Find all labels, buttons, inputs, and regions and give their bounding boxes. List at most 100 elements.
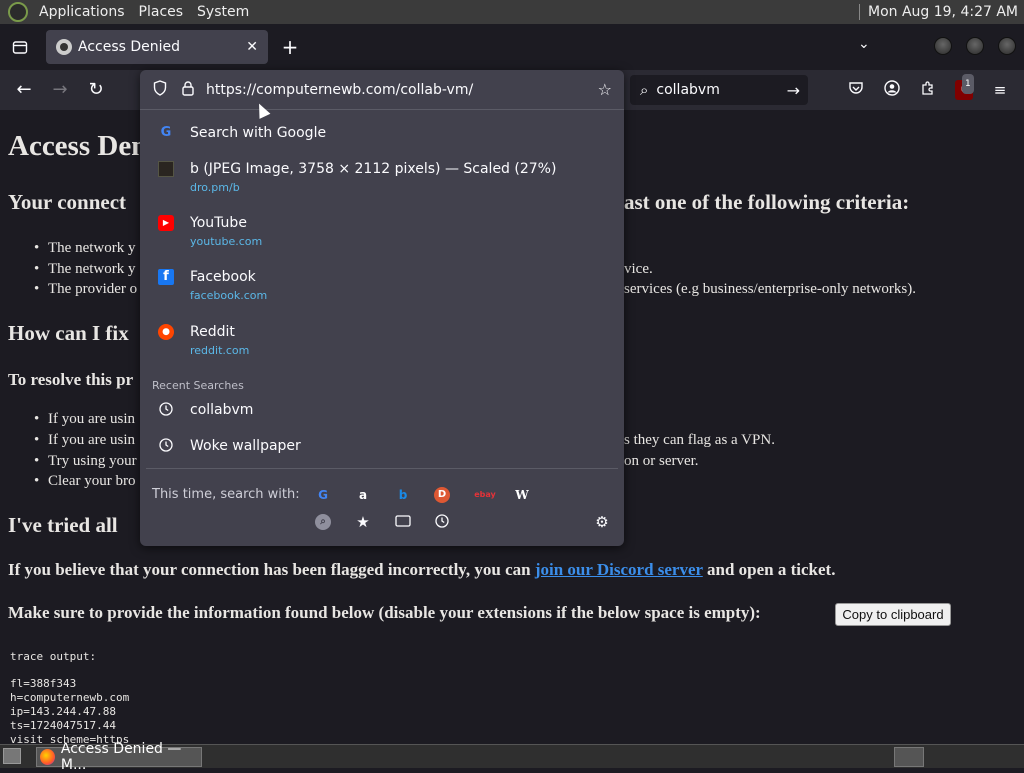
close-tab-icon[interactable]: ✕ — [246, 39, 258, 55]
trace-line: fl=388f343 — [10, 677, 77, 690]
youtube-icon: ▶ — [158, 215, 174, 231]
tracking-protection-shield-icon[interactable] — [152, 79, 168, 100]
suggestion-url: facebook.com — [190, 289, 268, 302]
flagged-after: and open a ticket. — [707, 560, 836, 579]
tab-bar: Access Denied ✕ + ⌄ — [0, 24, 1024, 70]
search-icon: ⌕ — [640, 81, 649, 99]
wikipedia-icon[interactable]: W — [514, 487, 530, 503]
clock-icon — [158, 438, 174, 454]
duckduckgo-icon[interactable]: D — [434, 487, 450, 503]
suggestion-url: reddit.com — [190, 344, 250, 357]
list-item: If you are usin — [34, 432, 135, 449]
list-item: The network y — [34, 261, 136, 278]
lock-icon[interactable] — [180, 80, 196, 100]
suggestion-url: dro.pm/b — [190, 181, 240, 194]
recent-search-item[interactable]: collabvm — [140, 402, 624, 422]
clock-icon — [158, 402, 174, 418]
trace-label: trace output: — [10, 650, 97, 663]
top-panel: Applications Places System Mon Aug 19, 4… — [0, 0, 1024, 24]
suggestion-title: Facebook — [190, 269, 256, 285]
flagged-text: If you believe that your connection has … — [8, 560, 835, 580]
search-bar[interactable]: ⌕ collabvm → — [630, 75, 808, 105]
bookmark-star-icon[interactable]: ☆ — [598, 80, 612, 99]
back-arrow-icon[interactable]: ← — [12, 78, 36, 102]
go-arrow-icon[interactable]: → — [787, 81, 800, 100]
taskbar-window-button[interactable]: Access Denied — M... — [36, 741, 202, 773]
list-item-facebook[interactable]: f Facebook facebook.com — [140, 269, 624, 305]
taskbar-window-title: Access Denied — M... — [60, 741, 182, 773]
bing-icon[interactable]: b — [395, 487, 411, 503]
suggestion-url: youtube.com — [190, 235, 263, 248]
google-icon[interactable]: G — [315, 487, 331, 503]
list-item-tail: services (e.g business/enterprise-only n… — [624, 281, 917, 297]
ublock-badge: 1 — [962, 74, 974, 94]
history-clock-icon[interactable] — [434, 514, 450, 530]
suggestion-title: Search with Google — [190, 125, 327, 141]
gnome-logo-icon[interactable] — [8, 2, 28, 22]
trace-line: h=computernewb.com — [10, 691, 130, 704]
reddit-icon: ● — [158, 324, 174, 340]
recent-search-item[interactable]: Woke wallpaper — [140, 438, 624, 458]
tabs-icon[interactable] — [395, 514, 411, 530]
search-with-label: This time, search with: — [152, 487, 300, 502]
show-desktop-icon[interactable] — [3, 748, 21, 764]
list-item-tail: s they can flag as a VPN. — [624, 432, 775, 448]
minimize-button[interactable] — [934, 37, 952, 55]
list-all-tabs-chevron-icon[interactable]: ⌄ — [858, 36, 870, 52]
heading-resolve: To resolve this pr — [8, 370, 134, 389]
clock[interactable]: Mon Aug 19, 4:27 AM — [868, 4, 1024, 20]
list-item-reddit[interactable]: ● Reddit reddit.com — [140, 324, 624, 360]
list-item-image[interactable]: b (JPEG Image, 3758 × 2112 pixels) — Sca… — [140, 161, 624, 197]
recent-search-text: Woke wallpaper — [190, 438, 301, 454]
suggestion-title: b (JPEG Image, 3758 × 2112 pixels) — Sca… — [190, 161, 557, 177]
firefox-view-button[interactable] — [0, 24, 40, 70]
google-icon: G — [160, 125, 172, 140]
suggestion-title: YouTube — [190, 215, 247, 231]
close-window-button[interactable] — [998, 37, 1016, 55]
firefox-icon — [40, 749, 55, 765]
forward-arrow-icon[interactable]: → — [48, 78, 72, 102]
list-item: The network y — [34, 240, 136, 257]
ebay-icon[interactable]: ebay — [474, 487, 496, 503]
places-menu[interactable]: Places — [132, 4, 191, 20]
extensions-puzzle-icon[interactable] — [918, 80, 938, 100]
trace-line: ts=1724047517.44 — [10, 719, 116, 732]
recent-search-text: collabvm — [190, 402, 254, 418]
image-thumbnail-icon — [158, 161, 174, 177]
discord-link[interactable]: join our Discord server — [535, 560, 703, 579]
amazon-icon[interactable]: a — [355, 487, 371, 503]
search-icon[interactable]: ⌕ — [315, 514, 331, 530]
tab-access-denied[interactable]: Access Denied ✕ — [46, 30, 268, 64]
provide-info-text: Make sure to provide the information fou… — [8, 603, 761, 622]
trace-line: ip=143.244.47.88 — [10, 705, 116, 718]
system-menu[interactable]: System — [190, 4, 256, 20]
list-item-tail: on or server. — [624, 453, 699, 469]
heading-fix: How can I fix — [8, 321, 129, 345]
search-input[interactable]: collabvm — [656, 82, 719, 98]
bookmarks-star-icon[interactable]: ★ — [355, 514, 371, 530]
applications-menu[interactable]: Applications — [32, 4, 132, 20]
list-item: If you are usin — [34, 411, 135, 428]
list-item: The provider o — [34, 281, 137, 298]
list-item-youtube[interactable]: ▶ YouTube youtube.com — [140, 215, 624, 251]
url-input[interactable]: https://computernewb.com/collab-vm/ — [206, 82, 473, 98]
copy-to-clipboard-button[interactable]: Copy to clipboard — [835, 603, 951, 626]
panel-separator — [858, 4, 860, 20]
tab-favicon-icon — [56, 39, 72, 55]
new-tab-button[interactable]: + — [278, 34, 302, 60]
recent-searches-label: Recent Searches — [152, 379, 244, 392]
flagged-before: If you believe that your connection has … — [8, 560, 531, 579]
ublock-origin-icon[interactable]: u1 — [955, 74, 974, 100]
divider — [146, 468, 618, 469]
hamburger-menu-icon[interactable]: ≡ — [990, 80, 1010, 100]
maximize-button[interactable] — [966, 37, 984, 55]
suggestion-title: Reddit — [190, 324, 235, 340]
reload-icon[interactable]: ↻ — [84, 78, 108, 102]
pocket-icon[interactable] — [846, 80, 866, 100]
list-item-search-google[interactable]: G Search with Google — [140, 125, 624, 145]
workspace-switcher[interactable] — [894, 747, 924, 767]
account-icon[interactable] — [882, 80, 902, 100]
search-settings-gear-icon[interactable]: ⚙ — [594, 514, 610, 530]
list-item-tail: vice. — [624, 261, 653, 277]
url-bar[interactable]: https://computernewb.com/collab-vm/ ☆ — [140, 70, 624, 110]
